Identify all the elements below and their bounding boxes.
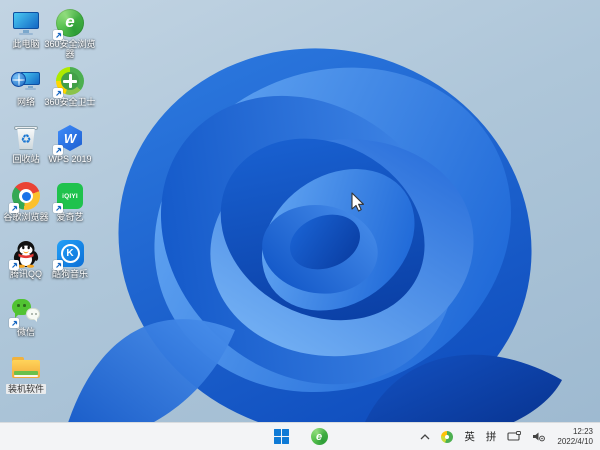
desktop-icon-label: 腾讯QQ xyxy=(9,269,42,279)
shortcut-arrow-icon xyxy=(53,203,63,213)
ime-mode-label: 拼 xyxy=(485,431,497,443)
desktop-icon-label: 360安全浏览器 xyxy=(44,39,96,59)
360-guard-icon xyxy=(53,66,85,98)
360-tray-button[interactable] xyxy=(440,427,454,447)
desktop-icon-software-folder[interactable]: 装机软件 xyxy=(0,353,52,394)
desktop-icon-label: 微信 xyxy=(16,327,35,337)
ime-language-button[interactable]: 英 xyxy=(463,427,476,447)
desktop-icon-label: 爱奇艺 xyxy=(56,212,84,222)
display-tray-button[interactable] xyxy=(506,427,522,447)
360-browser-icon: e xyxy=(53,8,85,40)
recycle-bin-icon: ♻ xyxy=(11,123,41,153)
mouse-cursor-icon xyxy=(351,192,365,212)
shortcut-arrow-icon xyxy=(53,30,63,40)
desktop-icon-label: 回收站 xyxy=(12,154,40,164)
desktop-icon-360-guard[interactable]: 360安全卫士 xyxy=(44,66,96,107)
desktop-screen: 此电脑 e 360安全浏览器 网络 360安全卫士 ♻ 回收站 W WPS 20… xyxy=(0,0,600,450)
shortcut-arrow-icon xyxy=(9,203,19,213)
desktop-icon-label: 酷狗音乐 xyxy=(51,269,88,279)
ime-mode-button[interactable]: 拼 xyxy=(485,427,498,447)
desktop-icon-360-browser[interactable]: e 360安全浏览器 xyxy=(44,8,96,59)
desktop-icon-label: 此电脑 xyxy=(12,39,40,49)
folder-icon xyxy=(11,353,41,383)
system-tray: 英 拼 12:23 2022/4/10 xyxy=(419,423,595,450)
wps-icon: W xyxy=(53,123,85,155)
windows-logo-icon xyxy=(273,429,289,444)
taskbar: e 英 拼 12:23 2022/4/10 xyxy=(0,422,600,450)
taskbar-clock[interactable]: 12:23 2022/4/10 xyxy=(555,427,595,447)
clock-date: 2022/4/10 xyxy=(557,436,593,446)
volume-tray-button[interactable] xyxy=(531,427,546,447)
360-browser-icon: e xyxy=(310,428,328,445)
desktop-icon-label: 360安全卫士 xyxy=(44,97,96,107)
desktop-icon-iqiyi[interactable]: iQIYI 爱奇艺 xyxy=(44,181,96,222)
volume-icon xyxy=(533,432,546,442)
desktop-icon-label: 网络 xyxy=(16,97,35,107)
iqiyi-icon: iQIYI xyxy=(53,181,85,213)
wechat-icon xyxy=(9,296,41,328)
qq-penguin-icon xyxy=(9,238,41,270)
shortcut-arrow-icon xyxy=(53,88,63,98)
desktop-icon-kugou[interactable]: K 酷狗音乐 xyxy=(44,238,96,279)
ime-language-label: 英 xyxy=(464,431,475,443)
desktop-icon-label: 谷歌浏览器 xyxy=(3,212,49,222)
shortcut-arrow-icon xyxy=(53,145,63,155)
chrome-icon xyxy=(9,181,41,213)
clock-time: 12:23 xyxy=(572,427,593,436)
taskbar-360-browser-button[interactable]: e xyxy=(307,425,331,449)
chevron-up-icon xyxy=(420,433,430,439)
desktop-icon-label: WPS 2019 xyxy=(48,154,92,164)
recycle-glyph: ♻ xyxy=(20,132,32,146)
start-button[interactable] xyxy=(269,425,293,449)
network-globe-icon xyxy=(11,66,41,96)
hidden-icons-button[interactable] xyxy=(419,427,431,447)
monitor-icon xyxy=(11,8,41,38)
shortcut-arrow-icon xyxy=(9,260,19,270)
shortcut-arrow-icon xyxy=(53,260,63,270)
desktop-icon-label: 装机软件 xyxy=(5,384,46,394)
display-icon xyxy=(507,431,522,441)
kugou-icon: K xyxy=(53,238,85,270)
shortcut-arrow-icon xyxy=(9,318,19,328)
taskbar-center: e xyxy=(269,423,331,450)
desktop-icon-wps[interactable]: W WPS 2019 xyxy=(44,123,96,164)
360-tray-icon xyxy=(441,430,454,443)
desktop-icon-wechat[interactable]: 微信 xyxy=(0,296,52,337)
